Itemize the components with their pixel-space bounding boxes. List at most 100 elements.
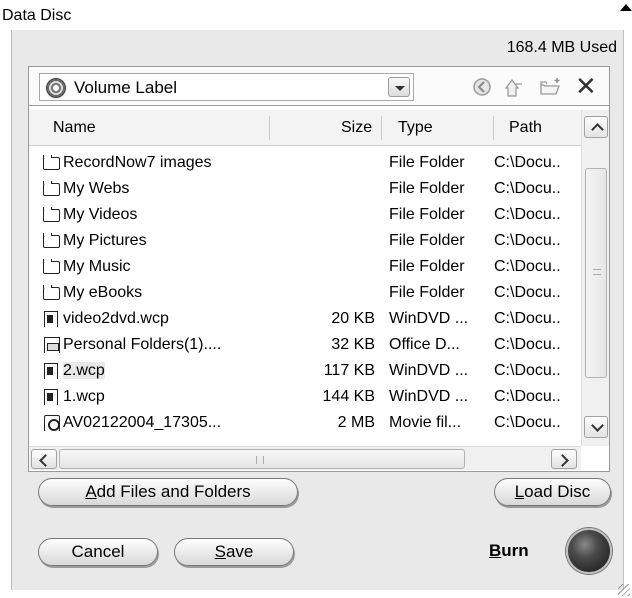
remove-icon[interactable]: ✕ (575, 73, 597, 99)
file-type-text: WinDVD ... (389, 388, 469, 405)
file-row[interactable]: My Videos File Folder C:\Docu.. (29, 204, 581, 226)
file-size-text: 117 KB (323, 362, 375, 379)
back-icon[interactable] (471, 76, 493, 98)
file-type-text: File Folder (389, 284, 465, 301)
horizontal-scrollbar[interactable] (29, 446, 581, 470)
column-header-size[interactable]: Size (341, 110, 372, 146)
save-label: ave (225, 542, 254, 561)
file-row[interactable]: AV02122004_17305... 2 MB Movie fil... C:\Do… (29, 412, 581, 434)
add-files-and-folders-button[interactable]: Add Files and Folders (38, 478, 298, 506)
column-divider[interactable] (381, 116, 382, 140)
file-row[interactable]: 2.wcp 117 KB WinDVD ... C:\Docu.. (29, 360, 581, 382)
file-row[interactable]: video2dvd.wcp 20 KB WinDVD ... C:\Docu.. (29, 308, 581, 330)
file-type: File Folder (389, 230, 489, 252)
column-header-path[interactable]: Path (509, 110, 542, 146)
file-row[interactable]: 1.wcp 144 KB WinDVD ... C:\Docu.. (29, 386, 581, 408)
file-name-text: 1.wcp (63, 388, 105, 405)
cancel-button[interactable]: Cancel (38, 538, 158, 566)
collapse-arrow-icon[interactable] (620, 4, 632, 11)
file-type-text: File Folder (389, 232, 465, 249)
column-divider[interactable] (269, 116, 270, 140)
file-row[interactable]: My Music File Folder C:\Docu.. (29, 256, 581, 278)
cancel-label: Cancel (71, 542, 125, 561)
folder-icon (43, 259, 61, 275)
disc-used-label: 168.4 MB Used (506, 39, 617, 56)
file-name-text: My Pictures (63, 232, 147, 249)
folder-icon (43, 233, 61, 249)
file-type: Office D... (389, 334, 489, 356)
scroll-down-button[interactable] (584, 416, 608, 438)
file-path-text: C:\Docu.. (494, 284, 561, 301)
file-path-text: C:\Docu.. (494, 362, 561, 379)
file-path: C:\Docu.. (494, 412, 580, 434)
scroll-left-button[interactable] (31, 449, 57, 469)
file-path-text: C:\Docu.. (494, 180, 561, 197)
file-type: WinDVD ... (389, 360, 489, 382)
column-header-name[interactable]: Name (53, 110, 96, 146)
dropdown-arrow-button[interactable] (388, 77, 410, 97)
file-name: My Videos (63, 204, 303, 226)
file-type-text: Office D... (389, 336, 460, 353)
disc-icon (46, 78, 66, 98)
file-name-text: My Music (63, 258, 131, 275)
file-size: 144 KB (297, 386, 375, 408)
load-disc-button[interactable]: Load Disc (494, 478, 611, 506)
window-title: Data Disc (2, 7, 72, 24)
file-name-text: My eBooks (63, 284, 143, 301)
file-type-text: File Folder (389, 180, 465, 197)
wcp-file-icon (43, 311, 61, 327)
folder-icon (43, 155, 61, 171)
file-size: 20 KB (297, 308, 375, 330)
file-type-text: Movie fil... (389, 414, 462, 431)
file-name: My Music (63, 256, 303, 278)
file-name: My Pictures (63, 230, 303, 252)
scroll-up-button[interactable] (584, 116, 608, 138)
file-name-text: My Videos (63, 206, 138, 223)
new-folder-icon[interactable] (539, 76, 561, 98)
file-type-text: File Folder (389, 206, 465, 223)
file-row[interactable]: RecordNow7 images File Folder C:\Docu.. (29, 152, 581, 174)
file-type: File Folder (389, 204, 489, 226)
file-path-text: C:\Docu.. (494, 258, 561, 275)
file-type: WinDVD ... (389, 308, 489, 330)
file-type: File Folder (389, 152, 489, 174)
load-disc-accesskey: L (514, 482, 525, 501)
burn-button[interactable] (566, 528, 612, 574)
add-files-label: dd Files and Folders (96, 482, 251, 501)
file-size: 32 KB (297, 334, 375, 356)
vertical-scrollbar[interactable] (581, 110, 609, 446)
file-row[interactable]: My Webs File Folder C:\Docu.. (29, 178, 581, 200)
file-path: C:\Docu.. (494, 204, 580, 226)
save-button[interactable]: Save (174, 538, 294, 566)
list-header: Name Size Type Path (29, 110, 581, 146)
burn-label: Burn (489, 541, 529, 561)
scroll-grip-icon (593, 269, 601, 275)
file-path: C:\Docu.. (494, 282, 580, 304)
file-type: File Folder (389, 256, 489, 278)
horizontal-scroll-thumb[interactable] (59, 449, 465, 469)
file-path-text: C:\Docu.. (494, 388, 561, 405)
file-path-text: C:\Docu.. (494, 232, 561, 249)
file-name: My eBooks (63, 282, 303, 304)
up-folder-icon[interactable] (503, 76, 525, 98)
pst-file-icon (43, 337, 61, 353)
file-path-text: C:\Docu.. (494, 414, 561, 431)
file-size: 117 KB (297, 360, 375, 382)
load-disc-label: oad Disc (524, 482, 591, 501)
column-header-type[interactable]: Type (398, 110, 433, 146)
file-row[interactable]: My eBooks File Folder C:\Docu.. (29, 282, 581, 304)
column-divider[interactable] (493, 116, 494, 140)
scroll-right-button[interactable] (551, 449, 577, 469)
volume-label-text: Volume Label (74, 78, 178, 97)
resize-grip-icon[interactable] (618, 584, 630, 596)
file-row[interactable]: Personal Folders(1).... 32 KB Office D... C… (29, 334, 581, 356)
file-size-text: 2 MB (337, 414, 375, 431)
file-name: My Webs (63, 178, 303, 200)
file-name: Personal Folders(1).... (63, 334, 303, 356)
scroll-thumb[interactable] (585, 168, 607, 378)
file-name-text: Personal Folders(1).... (63, 336, 222, 353)
volume-label-dropdown[interactable]: Volume Label (39, 73, 414, 101)
location-toolbar: Volume Label ✕ (28, 66, 610, 106)
file-row[interactable]: My Pictures File Folder C:\Docu.. (29, 230, 581, 252)
file-type-text: WinDVD ... (389, 310, 469, 327)
